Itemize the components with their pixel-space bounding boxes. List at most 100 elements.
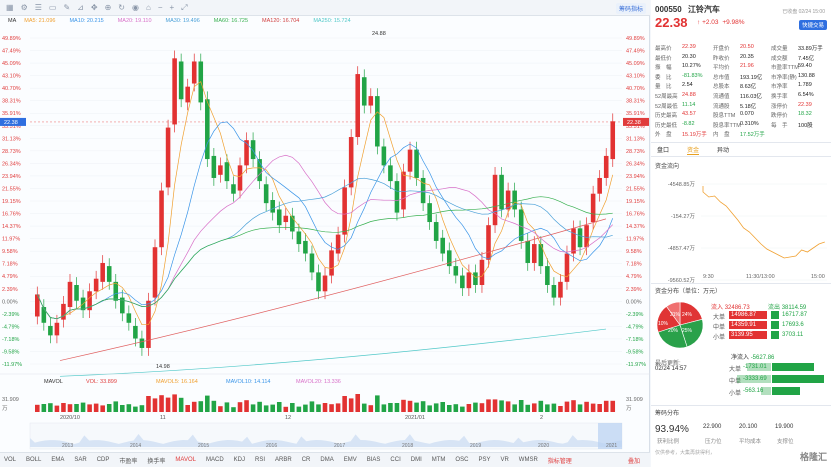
quote-tab[interactable]: 盘口 <box>657 145 669 154</box>
quote-panel: 000550 江铃汽车 已收盘 02/24 15:00 22.38 ↑ +2.0… <box>651 0 831 467</box>
candle <box>603 155 609 178</box>
candle <box>270 200 275 213</box>
volume-bar <box>531 403 537 412</box>
indicator-tab[interactable]: BIAS <box>367 457 381 463</box>
indicator-tab[interactable]: 市盈率 <box>119 456 137 465</box>
candle <box>492 174 498 226</box>
y-tick-left: 43.10% <box>2 74 21 80</box>
indicator-tab[interactable]: MAVOL <box>175 457 196 463</box>
candle <box>368 96 374 106</box>
quote-tab[interactable]: 异动 <box>717 145 729 154</box>
quick-trade-button[interactable]: 快捷交易 <box>798 20 827 30</box>
overview-year-label: 2016 <box>266 443 277 449</box>
indicator-tab[interactable]: WMSR <box>519 457 538 463</box>
quote-value: 1.789 <box>798 82 812 89</box>
candle <box>361 77 367 106</box>
indicator-tab[interactable]: EMA <box>51 457 64 463</box>
indicator-tab[interactable]: CDP <box>97 457 110 463</box>
indicator-tab[interactable]: 指标管理 <box>548 456 572 465</box>
avg-cost-value: 20.100 <box>739 424 758 430</box>
outflow-swatch <box>771 321 779 329</box>
indicator-tabs: VOL BOLL EMA SAR CDP 市盈率 换手率 MAVOL MACD KDJ RSI ARB… <box>0 452 650 467</box>
outflow-value: 17693.6 <box>782 322 804 328</box>
x-tick-label: 2 <box>540 415 543 421</box>
indicator-tab[interactable]: 换手率 <box>147 456 165 465</box>
vol-legend-item: MAVOL10: 14.114 <box>226 379 270 385</box>
candle <box>427 203 432 223</box>
indicator-tab[interactable]: DMI <box>411 457 422 463</box>
candle <box>577 228 583 248</box>
quote-value: 193.19亿 <box>740 74 763 81</box>
y-tick-right: 0.00% <box>626 299 642 305</box>
volume-bar <box>453 404 459 412</box>
indicator-tab[interactable]: DMA <box>320 457 333 463</box>
quote-cell: 历史最高 43.57 <box>655 111 713 119</box>
candle <box>283 215 289 223</box>
indicator-tab[interactable]: BOLL <box>26 457 41 463</box>
indicator-tab[interactable]: PSY <box>478 457 490 463</box>
indicator-tab[interactable]: RSI <box>255 457 265 463</box>
watermark-logo: 格隆汇 <box>799 452 827 462</box>
indicator-tab[interactable]: SAR <box>74 457 86 463</box>
outflow-total: 38114.59 <box>781 305 807 311</box>
quote-tab[interactable]: 资金 <box>687 145 700 155</box>
indicator-tab[interactable]: MTM <box>432 457 446 463</box>
volume-bar <box>231 407 236 412</box>
quote-key: 最高价 <box>655 46 672 52</box>
indicator-tab[interactable]: VOL <box>4 457 16 463</box>
y-tick-left: 28.73% <box>2 149 21 155</box>
inflow-value: 3139.95 <box>731 332 753 338</box>
quote-tabs: 盘口 资金 异动 <box>651 142 831 156</box>
candle <box>67 281 73 308</box>
overview-year-label: 2019 <box>470 443 481 449</box>
candlestick-chart[interactable]: 49.89% 49.89% 47.49% 47.49% 45.09% 45.09% 43.1… <box>0 0 650 452</box>
flow-chart: -4548.85万-154.27万-4857.47万-9560.52万9:30 1… <box>668 181 827 284</box>
indicator-tab[interactable]: CCI <box>390 457 400 463</box>
y-tick-right: 21.55% <box>626 186 645 192</box>
volume-bar <box>270 404 275 412</box>
volume-bar <box>590 403 596 412</box>
flow-line <box>702 186 825 259</box>
overlay-button[interactable]: 叠加 <box>628 456 640 465</box>
current-price-label: 22.38 <box>4 120 18 126</box>
fund-pie-chart: 21% 24% 25%20%10% <box>656 301 704 349</box>
overview-year-label: 2014 <box>130 443 141 449</box>
quote-cell: 总市值 193.19亿 <box>713 73 771 81</box>
vol-legend-item: MAVOL20: 13.336 <box>296 379 341 385</box>
net-bar-solid <box>772 363 814 371</box>
candle <box>48 325 53 336</box>
vol-label: MAVOL <box>44 379 63 385</box>
indicator-tab[interactable]: CR <box>302 457 311 463</box>
candle <box>61 303 66 320</box>
volume-bar <box>74 404 79 412</box>
indicator-tab[interactable]: EMV <box>344 457 357 463</box>
candle <box>152 247 158 298</box>
quote-key: 市盈率TTM <box>771 65 799 72</box>
volume-bar <box>283 406 289 412</box>
indicator-tab[interactable]: MACD <box>206 457 224 463</box>
volume-bar <box>296 406 302 412</box>
indicator-tab[interactable]: VR <box>500 457 508 463</box>
indicator-tab[interactable]: ARBR <box>275 457 292 463</box>
volume-bar <box>368 405 374 412</box>
quote-key: 股息率TTM <box>713 122 741 129</box>
volume-bar <box>48 403 53 412</box>
y-tick-right: 45.09% <box>626 61 645 67</box>
y-tick-left: 40.70% <box>2 86 21 92</box>
support-label: 支撑位 <box>777 439 794 445</box>
y-tick-left: 9.58% <box>2 249 18 255</box>
indicator-tab[interactable]: OSC <box>455 457 468 463</box>
candle <box>165 127 171 188</box>
y-tick-right: -7.18% <box>626 337 644 343</box>
candle <box>185 86 190 103</box>
candle <box>433 222 439 241</box>
volume-bar <box>525 404 531 412</box>
volume-bar <box>551 403 557 412</box>
candle <box>113 281 119 301</box>
indicator-tab[interactable]: KDJ <box>234 457 245 463</box>
candle <box>355 74 361 138</box>
market-status: 已收盘 02/24 15:00 <box>782 9 825 15</box>
quote-value: 43.57 <box>682 111 696 118</box>
candle <box>237 165 243 191</box>
y-tick-left: 0.00% <box>2 299 18 305</box>
